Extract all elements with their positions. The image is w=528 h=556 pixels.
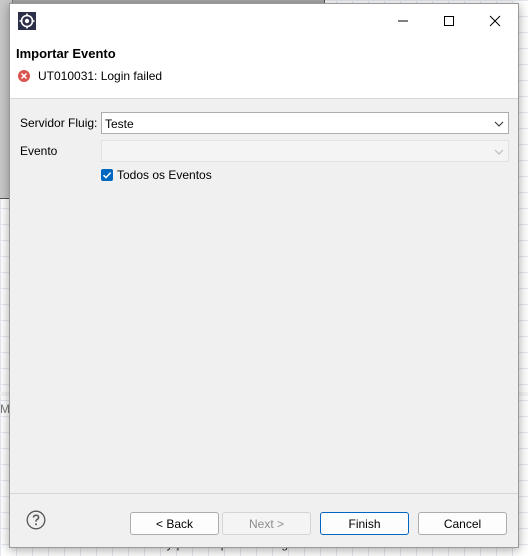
chevron-down-icon [494, 149, 504, 155]
next-button: Next > [222, 512, 311, 535]
checkmark-icon [102, 172, 112, 179]
maximize-button[interactable] [426, 4, 472, 37]
server-select-value: Teste [105, 117, 134, 131]
minimize-icon [398, 20, 408, 21]
server-label: Servidor Fluig: [20, 116, 98, 130]
all-events-label[interactable]: Todos os Eventos [117, 168, 212, 182]
chevron-down-icon [494, 121, 504, 127]
close-button[interactable] [472, 4, 518, 37]
maximize-icon [444, 15, 454, 26]
finish-button[interactable]: Finish [320, 512, 409, 535]
cancel-button[interactable]: Cancel [418, 512, 507, 535]
event-label: Evento [20, 144, 58, 158]
error-icon [18, 70, 30, 82]
eclipse-icon [18, 12, 36, 30]
event-select [101, 140, 509, 162]
server-select[interactable]: Teste [101, 112, 509, 134]
title-bar[interactable] [10, 4, 518, 37]
minimize-button[interactable] [380, 4, 426, 37]
import-event-dialog: Importar Evento UT010031: Login failed S… [9, 3, 519, 548]
footer-separator [10, 493, 518, 494]
close-icon [489, 15, 501, 26]
help-icon[interactable] [26, 510, 46, 530]
error-message: UT010031: Login failed [38, 69, 163, 83]
dialog-title: Importar Evento [16, 46, 116, 61]
back-button[interactable]: < Back [130, 512, 219, 535]
all-events-checkbox[interactable] [101, 169, 113, 181]
